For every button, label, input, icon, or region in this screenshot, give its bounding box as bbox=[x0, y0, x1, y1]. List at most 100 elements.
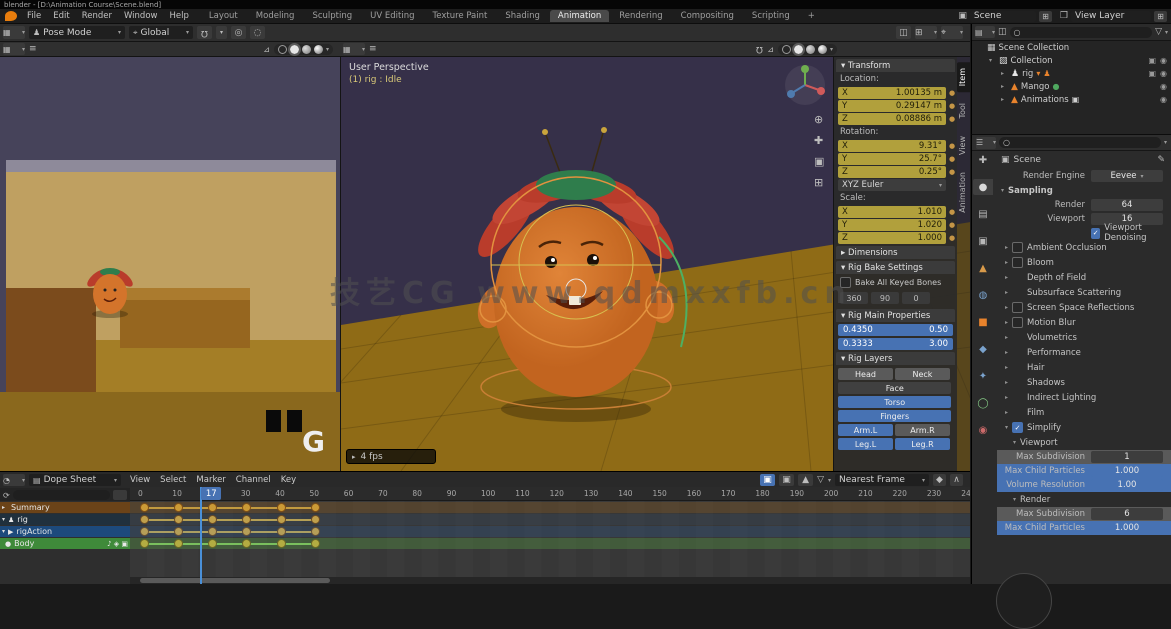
channel-row[interactable]: ● Body ♪ ◈ ▣ bbox=[0, 538, 970, 549]
section-checkbox[interactable] bbox=[1012, 257, 1023, 268]
rig-layer-button[interactable]: Leg.L bbox=[838, 438, 893, 450]
properties-section-header[interactable]: Depth of Field bbox=[997, 270, 1171, 285]
properties-options-icon[interactable]: ▾ bbox=[1164, 139, 1167, 146]
selectable-toggle-icon[interactable]: ▣ bbox=[1148, 69, 1156, 78]
sidebar-tab[interactable]: Item bbox=[957, 62, 970, 92]
properties-tab-render[interactable]: ● bbox=[973, 179, 993, 195]
dope-editor-type-button[interactable]: ◔▾ bbox=[3, 474, 25, 486]
rig-layer-button[interactable]: Leg.R bbox=[895, 438, 950, 450]
filter-dropdown-icon[interactable]: ▾ bbox=[828, 477, 831, 484]
outliner-item-label[interactable]: Mango bbox=[1021, 82, 1050, 92]
keyframe-decorator-icon[interactable]: ● bbox=[949, 168, 955, 176]
rig-layer-button[interactable]: Fingers bbox=[838, 410, 951, 422]
workspace-tab[interactable]: Rendering bbox=[611, 10, 670, 22]
mode-select[interactable]: ♟Pose Mode▾ bbox=[29, 26, 125, 39]
properties-tab-output[interactable]: ▤ bbox=[973, 206, 993, 222]
dope-menu-item[interactable]: View bbox=[125, 475, 155, 485]
sidebar-tab[interactable]: Tool bbox=[957, 97, 970, 125]
dimensions-panel-header[interactable]: ▸ Dimensions bbox=[836, 246, 955, 259]
new-view-layer-button[interactable]: ⊞ bbox=[1154, 11, 1167, 22]
simplify-section-header[interactable]: ✓ Simplify bbox=[997, 420, 1171, 435]
collapse-icon[interactable]: ∧ bbox=[950, 474, 963, 486]
only-selected-toggle[interactable]: ▣ bbox=[760, 474, 775, 486]
expand-caret-icon[interactable]: ▸ bbox=[1001, 96, 1008, 103]
workspace-tab[interactable]: + bbox=[800, 10, 823, 22]
pan-hand-icon[interactable]: ✚ bbox=[814, 134, 824, 147]
playhead[interactable] bbox=[200, 487, 202, 584]
simpl-render-subheader[interactable]: Render bbox=[997, 492, 1171, 507]
simplify-value-field[interactable]: 6 bbox=[1091, 508, 1163, 520]
rig-property-slider[interactable]: 0.43500.50 bbox=[838, 324, 953, 336]
properties-search-input[interactable]: ○ bbox=[999, 137, 1161, 148]
location-field[interactable]: Y0.29147 m bbox=[838, 100, 946, 112]
proportional-icon[interactable]: ⊿ bbox=[263, 45, 270, 54]
menu-item[interactable]: Render bbox=[76, 11, 118, 21]
scale-field[interactable]: X1.010 bbox=[838, 206, 946, 218]
navigation-gizmo[interactable] bbox=[783, 63, 827, 107]
properties-tab-material[interactable]: ◉ bbox=[973, 422, 993, 438]
display-mode-icon[interactable]: ◫ bbox=[998, 27, 1007, 37]
keyframe-decorator-icon[interactable]: ● bbox=[949, 115, 955, 123]
properties-section-header[interactable]: Subsurface Scattering bbox=[997, 285, 1171, 300]
properties-tab-view-layer[interactable]: ▣ bbox=[973, 233, 993, 249]
dope-menu-item[interactable]: Marker bbox=[191, 475, 230, 485]
snap-options-dropdown[interactable]: ▾ bbox=[216, 26, 227, 39]
rig-layer-button[interactable]: Arm.L bbox=[838, 424, 893, 436]
expand-caret-icon[interactable]: ▸ bbox=[1001, 83, 1008, 90]
channel-label[interactable]: rig bbox=[17, 515, 28, 524]
proportional-toggle[interactable]: ◆ bbox=[933, 474, 946, 486]
wireframe-shading-icon[interactable] bbox=[278, 45, 287, 54]
properties-section-header[interactable]: Bloom bbox=[997, 255, 1171, 270]
rotation-field[interactable]: X9.31° bbox=[838, 140, 946, 152]
rig-property-slider[interactable]: 0.33333.00 bbox=[838, 338, 953, 350]
editor-type-button[interactable]: ▦▾ bbox=[3, 26, 25, 39]
visibility-eye-icon[interactable]: ◉ bbox=[1160, 69, 1167, 78]
location-field[interactable]: X1.00135 m bbox=[838, 87, 946, 99]
outliner-row[interactable]: ▦ Scene Collection bbox=[972, 41, 1171, 54]
overlays-toggle[interactable]: ⊞▾ bbox=[915, 26, 937, 39]
filter-dropdown-icon[interactable]: ▾ bbox=[1165, 29, 1168, 36]
expand-caret-icon[interactable]: ▾ bbox=[2, 528, 5, 535]
rig-settings-control[interactable]: 0 bbox=[902, 292, 930, 304]
visibility-eye-icon[interactable]: ◉ bbox=[1160, 56, 1167, 65]
properties-tab-tool[interactable]: ✚ bbox=[973, 152, 993, 168]
ghost-toggle[interactable]: ▣ bbox=[779, 474, 794, 486]
filter-icon[interactable]: ▽ bbox=[1155, 27, 1162, 37]
workspace-tab[interactable]: Animation bbox=[550, 10, 609, 22]
rig-settings-control[interactable]: 90 bbox=[871, 292, 899, 304]
transform-orientation-select[interactable]: ⌖Global▾ bbox=[129, 26, 193, 39]
properties-section-header[interactable]: Volumetrics bbox=[997, 330, 1171, 345]
pivot-point-button[interactable]: ◎ bbox=[231, 26, 246, 39]
errors-toggle[interactable]: ▲ bbox=[798, 474, 813, 486]
refresh-icon[interactable]: ⟳ bbox=[3, 491, 10, 500]
menu-item[interactable]: Window bbox=[118, 11, 164, 21]
section-checkbox[interactable] bbox=[1012, 302, 1023, 313]
simplify-value-field[interactable]: 1.00 bbox=[1091, 479, 1163, 491]
blender-logo-icon[interactable] bbox=[5, 11, 17, 21]
camera-view-icon[interactable]: ▣ bbox=[814, 155, 824, 168]
rig-layer-button[interactable]: Face bbox=[838, 382, 951, 394]
properties-tab-physics[interactable]: ◯ bbox=[973, 395, 993, 411]
rig-settings-panel-header[interactable]: ▾ Rig Bake Settings bbox=[836, 261, 955, 274]
snap-toggle[interactable]: Ω bbox=[197, 26, 212, 39]
properties-section-header[interactable]: Performance bbox=[997, 345, 1171, 360]
keyframe-decorator-icon[interactable]: ● bbox=[949, 234, 955, 242]
denoise-checkbox[interactable]: ✓ bbox=[1091, 228, 1100, 239]
workspace-tab[interactable]: Shading bbox=[497, 10, 548, 22]
new-scene-button[interactable]: ⊞ bbox=[1039, 11, 1052, 22]
keyframe-decorator-icon[interactable]: ● bbox=[949, 102, 955, 110]
channel-row[interactable]: ▾ ▶ rigAction bbox=[0, 526, 970, 537]
scene-selector[interactable]: Scene bbox=[970, 11, 1036, 22]
properties-section-header[interactable]: Film bbox=[997, 405, 1171, 420]
keyframe-decorator-icon[interactable]: ● bbox=[949, 221, 955, 229]
outliner-item-label[interactable]: rig bbox=[1022, 69, 1033, 79]
properties-section-header[interactable]: Hair bbox=[997, 360, 1171, 375]
visibility-eye-icon[interactable]: ◉ bbox=[1160, 82, 1167, 91]
breadcrumb[interactable]: Scene bbox=[1014, 155, 1041, 165]
simplify-checkbox[interactable]: ✓ bbox=[1012, 422, 1023, 433]
keyframe-decorator-icon[interactable]: ● bbox=[949, 89, 955, 97]
rig-props-panel-header[interactable]: ▾ Rig Main Properties bbox=[836, 309, 955, 322]
simplify-value-field[interactable]: 1.000 bbox=[1091, 465, 1163, 477]
section-checkbox[interactable] bbox=[1012, 317, 1023, 328]
menu-item[interactable]: Edit bbox=[47, 11, 75, 21]
